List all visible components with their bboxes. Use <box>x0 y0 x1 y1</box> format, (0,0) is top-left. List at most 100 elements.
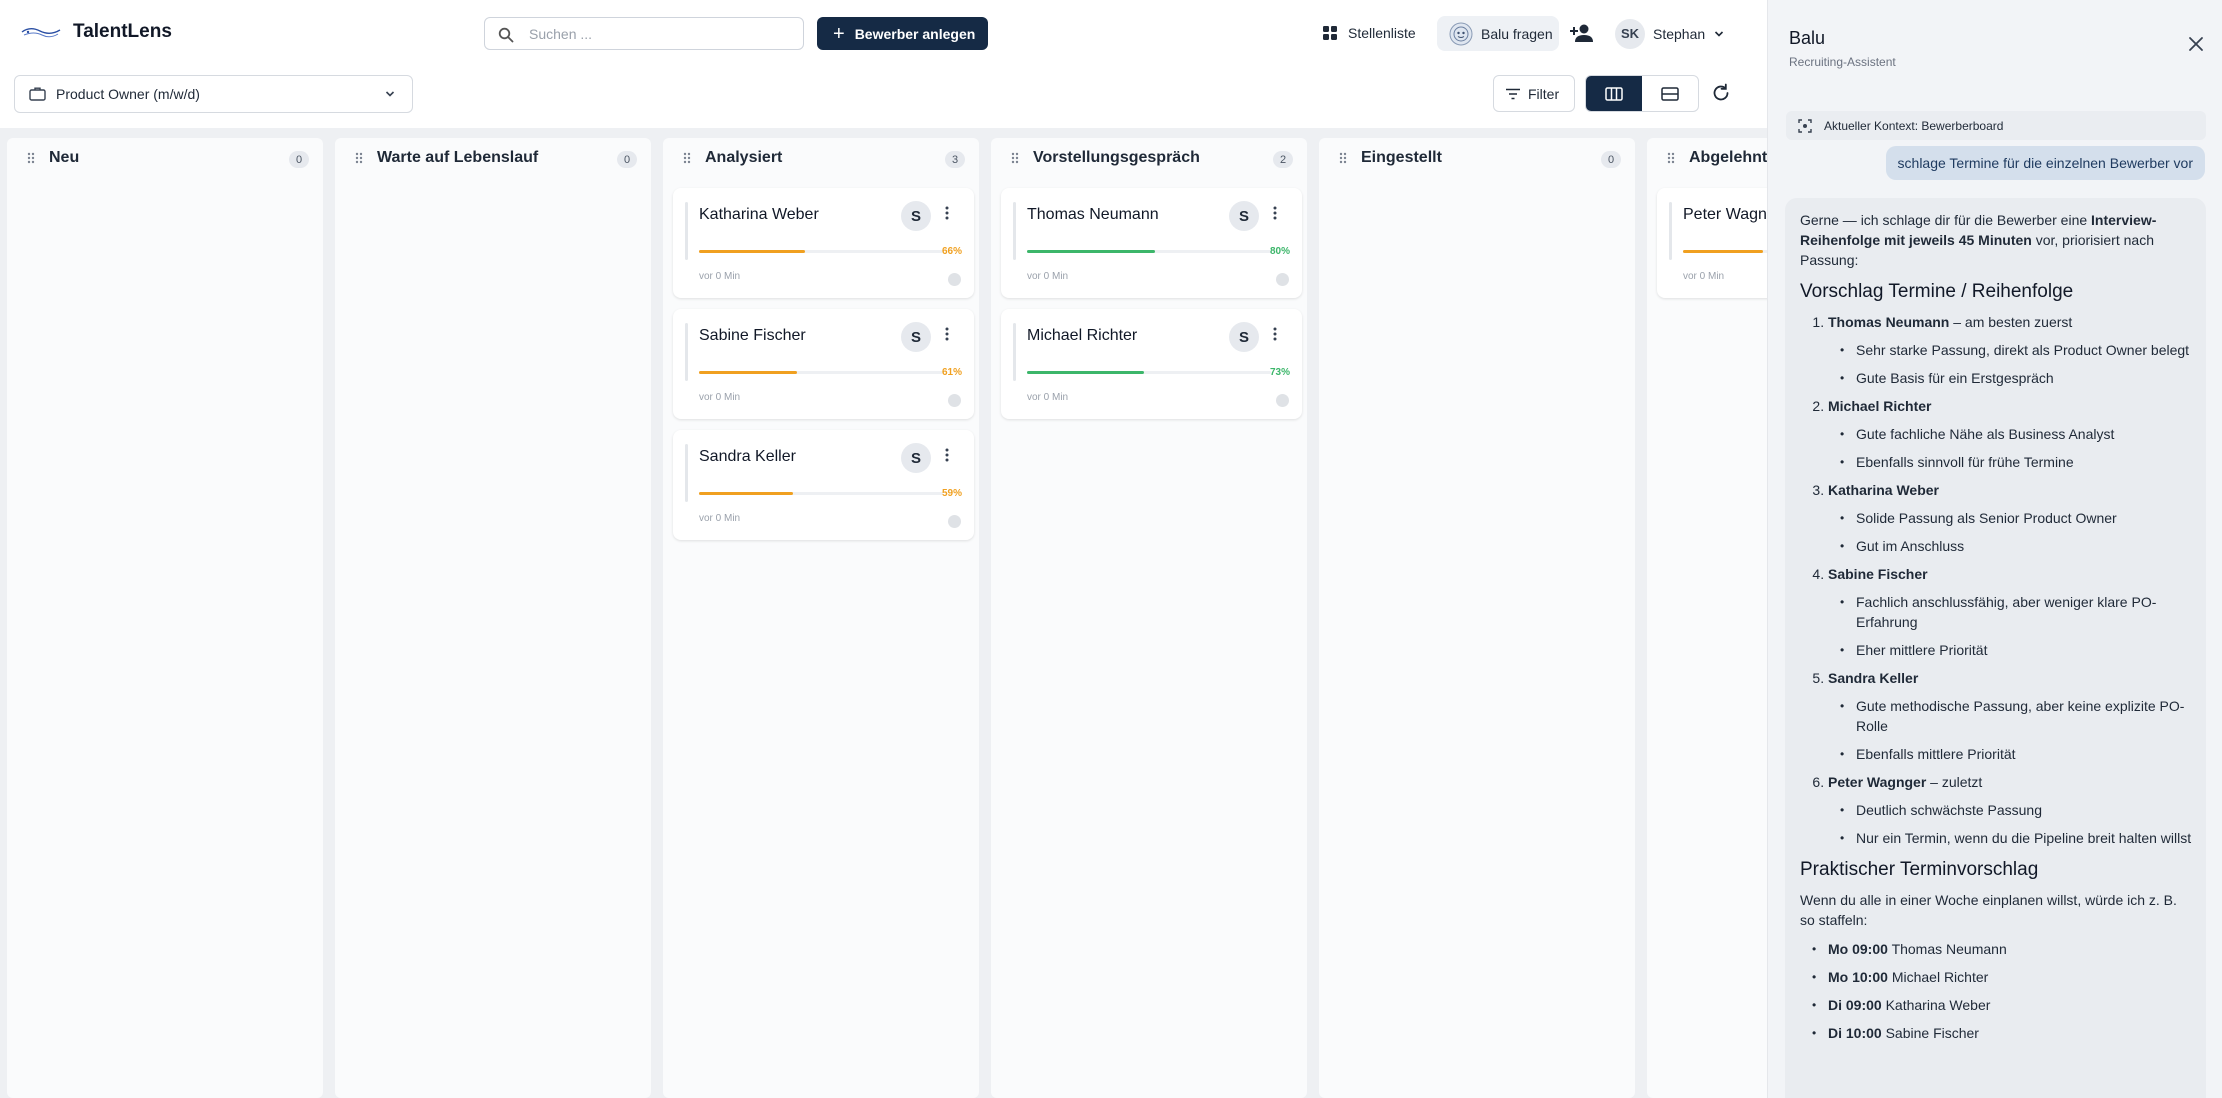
drag-handle-icon[interactable] <box>1339 152 1347 164</box>
column-count-badge: 0 <box>289 151 309 168</box>
ranking-item: Katharina Weber Solide Passung als Senio… <box>1828 480 2192 556</box>
ranking-point: Eher mittlere Priorität <box>1840 640 2192 660</box>
column-analysiert: Analysiert 3 Katharina Weber S 66% vor 0… <box>663 138 979 1098</box>
score-bar-fill <box>699 250 805 253</box>
source-badge[interactable]: S <box>901 443 931 473</box>
add-user-icon[interactable] <box>1569 21 1595 45</box>
schedule-list: Mo 09:00 Thomas Neumann Mo 10:00 Michael… <box>1800 939 2192 1043</box>
card-stripe <box>1669 202 1672 260</box>
column-title: Warte auf Lebenslauf <box>377 149 539 166</box>
candidate-name: Michael Richter <box>1027 327 1138 344</box>
source-badge[interactable]: S <box>1229 201 1259 231</box>
reply-intro: Gerne — ich schlage dir für die Bewerber… <box>1800 210 2192 270</box>
ranking-point: Ebenfalls mittlere Priorität <box>1840 744 2192 764</box>
source-badge[interactable]: S <box>901 322 931 352</box>
schedule-item: Mo 10:00 Michael Richter <box>1812 967 2192 987</box>
schedule-item: Di 10:00 Sabine Fischer <box>1812 1023 2192 1043</box>
ask-balu-label: Balu fragen <box>1481 25 1553 42</box>
source-badge[interactable]: S <box>1229 322 1259 352</box>
score-bar <box>699 371 943 374</box>
score-percent: 61% <box>941 367 962 378</box>
slot-name: Thomas Neumann <box>1891 941 2007 957</box>
drag-handle-icon[interactable] <box>355 152 363 164</box>
candidate-name: Katharina Weber <box>699 206 819 223</box>
drag-handle-icon[interactable] <box>1667 152 1675 164</box>
card-timestamp: vor 0 Min <box>1027 392 1069 403</box>
candidate-card[interactable]: Michael Richter S 73% vor 0 Min <box>1001 309 1302 419</box>
drag-handle-icon[interactable] <box>683 152 691 164</box>
column-header[interactable]: Eingestellt 0 <box>1319 138 1635 178</box>
ranking-point: Solide Passung als Senior Product Owner <box>1840 508 2192 528</box>
filter-button[interactable]: Filter <box>1493 75 1575 112</box>
candidate-card[interactable]: Sabine Fischer S 61% vor 0 Min <box>673 309 974 419</box>
user-menu[interactable]: SK Stephan <box>1615 17 1725 50</box>
job-list-label: Stellenliste <box>1348 25 1416 41</box>
score-bar <box>1027 371 1271 374</box>
column-header[interactable]: Vorstellungsgespräch 2 <box>991 138 1307 178</box>
search-box[interactable] <box>484 17 804 50</box>
column-header[interactable]: Abgelehnt <box>1647 138 1767 178</box>
candidate-name: Sabine Fischer <box>699 327 806 344</box>
add-candidate-button[interactable]: + Bewerber anlegen <box>817 17 988 50</box>
drag-handle-icon[interactable] <box>1011 152 1019 164</box>
candidate-card[interactable]: Peter Wagner vor 0 Min <box>1657 188 1767 298</box>
score-percent: 66% <box>941 246 962 257</box>
reply-heading: Vorschlag Termine / Reihenfolge <box>1800 281 2074 302</box>
score-percent: 80% <box>1269 246 1290 257</box>
ranking-name: Sabine Fischer <box>1828 566 1928 582</box>
panel-title: Balu <box>1789 28 1826 48</box>
logo-icon[interactable] <box>20 20 62 46</box>
grid-icon <box>1323 26 1337 40</box>
more-options-icon[interactable] <box>945 206 949 220</box>
avatar: SK <box>1615 18 1645 49</box>
column-title: Eingestellt <box>1361 149 1442 166</box>
column-header[interactable]: Warte auf Lebenslauf 0 <box>335 138 651 178</box>
card-timestamp: vor 0 Min <box>699 513 741 524</box>
score-percent: 59% <box>941 488 962 499</box>
ask-balu-button[interactable]: Balu fragen <box>1437 16 1559 51</box>
close-icon[interactable] <box>2188 36 2204 52</box>
candidate-name: Thomas Neumann <box>1027 206 1159 223</box>
balu-avatar-icon <box>1449 22 1473 45</box>
assistant-message-bubble: Gerne — ich schlage dir für die Bewerber… <box>1785 198 2206 1098</box>
candidate-card[interactable]: Thomas Neumann S 80% vor 0 Min <box>1001 188 1302 298</box>
ranking-suffix: – zuletzt <box>1926 774 1983 790</box>
drag-handle-icon[interactable] <box>27 152 35 164</box>
filter-icon <box>1506 88 1520 99</box>
column-count-badge: 0 <box>1601 151 1621 168</box>
candidate-name: Sandra Keller <box>699 448 796 465</box>
job-list-button[interactable]: Stellenliste <box>1322 22 1416 44</box>
more-options-icon[interactable] <box>1273 206 1277 220</box>
column-header[interactable]: Neu 0 <box>7 138 323 178</box>
ranking-name: Katharina Weber <box>1828 482 1939 498</box>
candidate-card[interactable]: Sandra Keller S 59% vor 0 Min <box>673 430 974 540</box>
more-options-icon[interactable] <box>945 327 949 341</box>
chevron-down-icon <box>385 91 395 97</box>
more-options-icon[interactable] <box>1273 327 1277 341</box>
column-header[interactable]: Analysiert 3 <box>663 138 979 178</box>
score-bar-fill <box>1027 371 1144 374</box>
source-badge[interactable]: S <box>901 201 931 231</box>
job-select[interactable]: Product Owner (m/w/d) <box>14 75 413 113</box>
more-options-icon[interactable] <box>945 448 949 462</box>
ranking-name: Michael Richter <box>1828 398 1932 414</box>
ranking-list: Thomas Neumann – am besten zuerst Sehr s… <box>1800 312 2192 848</box>
column-title: Neu <box>49 149 80 166</box>
panel-subtitle: Recruiting-Assistent <box>1789 55 1896 69</box>
candidate-card[interactable]: Katharina Weber S 66% vor 0 Min <box>673 188 974 298</box>
ranking-point: Deutlich schwächste Passung <box>1840 800 2192 820</box>
ranking-point: Nur ein Termin, wenn du die Pipeline bre… <box>1840 828 2192 848</box>
user-message-bubble: schlage Termine für die einzelnen Bewerb… <box>1885 146 2205 180</box>
search-input[interactable] <box>529 24 789 44</box>
column-title: Vorstellungsgespräch <box>1033 149 1200 166</box>
list-view-button[interactable] <box>1642 76 1698 111</box>
card-timestamp: vor 0 Min <box>699 392 741 403</box>
board-view-button[interactable] <box>1586 76 1642 111</box>
ranking-item: Michael Richter Gute fachliche Nähe als … <box>1828 396 2192 472</box>
card-timestamp: vor 0 Min <box>1027 271 1069 282</box>
app-title[interactable]: TalentLens <box>73 21 172 43</box>
ranking-point: Gute Basis für ein Erstgespräch <box>1840 368 2192 388</box>
refresh-icon[interactable] <box>1710 82 1732 104</box>
schedule-intro: Wenn du alle in einer Woche einplanen wi… <box>1800 892 2177 928</box>
column-title: Analysiert <box>705 149 783 166</box>
